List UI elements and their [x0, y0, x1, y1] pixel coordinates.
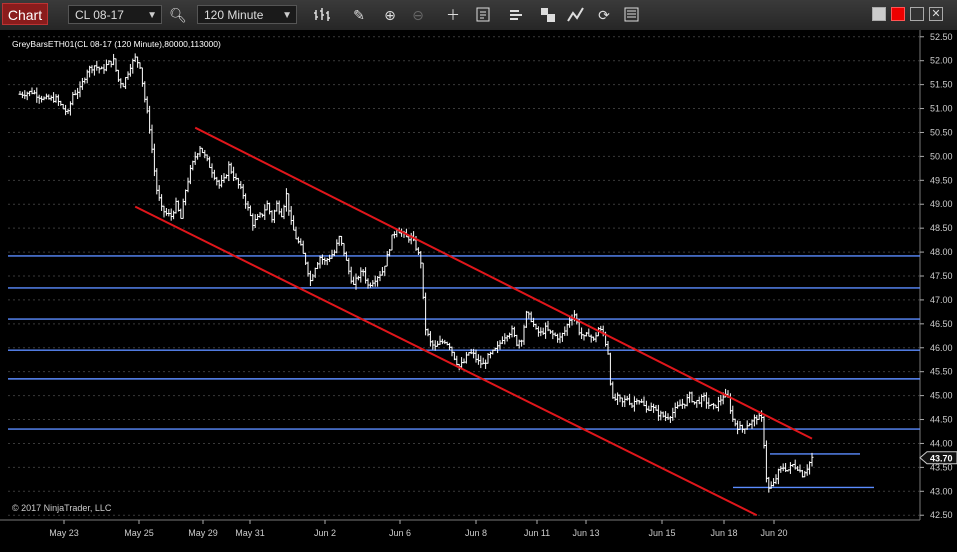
crosshair-icon[interactable]: ＋: [443, 5, 463, 25]
y-tick-label: 45.00: [930, 391, 953, 401]
zoom-out-icon[interactable]: ⊖: [408, 5, 428, 25]
chevron-down-icon: ▼: [282, 10, 292, 21]
reload-icon[interactable]: ⟳: [594, 5, 614, 25]
y-tick-label: 46.50: [930, 319, 953, 329]
y-tick-label: 44.00: [930, 438, 953, 448]
y-tick-label: 51.50: [930, 80, 953, 90]
chart-toolbar: Chart CL 08-17 ▼ 🔍︎ 120 Minute ▼ ✎ ⊕ ⊖ ＋…: [0, 0, 957, 31]
chart-tab[interactable]: Chart: [2, 3, 48, 25]
x-tick-label: Jun 18: [710, 528, 737, 538]
y-tick-label: 48.50: [930, 223, 953, 233]
last-price-label: 43.70: [930, 453, 953, 463]
templates-icon[interactable]: [538, 5, 558, 25]
x-tick-label: Jun 6: [389, 528, 411, 538]
link-color-button[interactable]: [891, 7, 905, 21]
x-tick-label: May 29: [188, 528, 218, 538]
x-tick-label: Jun 15: [648, 528, 675, 538]
chart-canvas[interactable]: 52.50 52.00 51.50 51.00 50.50 50.00 49.50 49.00…: [0, 30, 957, 547]
x-tick-label: Jun 8: [465, 528, 487, 538]
maximize-button[interactable]: [910, 7, 924, 21]
instrument-selector[interactable]: CL 08-17 ▼: [68, 5, 162, 24]
data-box-icon[interactable]: [474, 5, 494, 25]
strategies-icon[interactable]: [566, 5, 586, 25]
x-tick-label: Jun 11: [524, 528, 550, 538]
y-tick-label: 49.50: [930, 175, 953, 185]
pencil-icon[interactable]: ✎: [349, 5, 369, 25]
y-tick-label: 43.00: [930, 486, 953, 496]
zoom-in-icon[interactable]: ⊕: [380, 5, 400, 25]
indicator-label: GreyBarsETH01(CL 08-17 (120 Minute),8000…: [12, 39, 221, 49]
search-icon[interactable]: 🔍︎: [168, 5, 188, 25]
bar-type-icon[interactable]: [312, 5, 332, 25]
y-tick-label: 45.50: [930, 367, 953, 377]
properties-icon[interactable]: [507, 5, 527, 25]
y-tick-label: 49.00: [930, 199, 953, 209]
x-tick-label: Jun 20: [760, 528, 787, 538]
instrument-value: CL 08-17: [75, 8, 124, 22]
price-chart[interactable]: 52.50 52.00 51.50 51.00 50.50 50.00 49.50 49.00…: [0, 30, 957, 547]
y-tick-label: 51.00: [930, 104, 953, 114]
interval-value: 120 Minute: [204, 8, 264, 22]
y-tick-label: 48.00: [930, 247, 953, 257]
y-tick-label: 46.00: [930, 343, 953, 353]
interval-selector[interactable]: 120 Minute ▼: [197, 5, 297, 24]
y-tick-label: 52.00: [930, 56, 953, 66]
x-tick-label: Jun 2: [314, 528, 336, 538]
trade-panel-icon[interactable]: [622, 5, 642, 25]
y-tick-label: 52.50: [930, 32, 953, 42]
close-button[interactable]: ✕: [929, 7, 943, 21]
x-tick-label: May 31: [235, 528, 265, 538]
chevron-down-icon: ▼: [147, 10, 157, 21]
y-tick-label: 50.50: [930, 127, 953, 137]
y-tick-label: 47.50: [930, 271, 953, 281]
x-tick-label: May 25: [124, 528, 154, 538]
y-tick-label: 42.50: [930, 510, 953, 520]
minimize-button[interactable]: [872, 7, 886, 21]
x-tick-label: Jun 13: [572, 528, 599, 538]
y-tick-label: 47.00: [930, 295, 953, 305]
y-tick-label: 44.50: [930, 415, 953, 425]
y-tick-label: 50.00: [930, 151, 953, 161]
x-tick-label: May 23: [49, 528, 79, 538]
copyright-label: © 2017 NinjaTrader, LLC: [12, 503, 112, 513]
